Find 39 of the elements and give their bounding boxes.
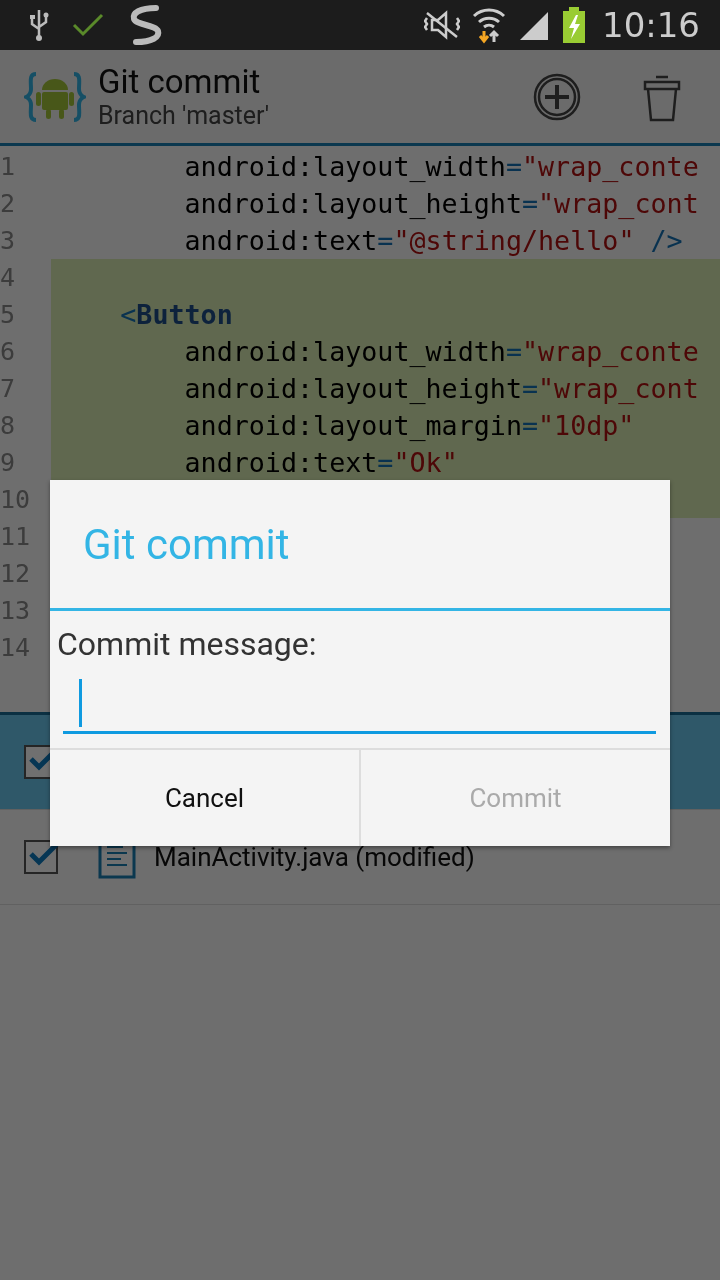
code-token: <: [119, 299, 137, 330]
code-token: "wrap_cont: [538, 188, 699, 219]
code-token: android:layout_width: [183, 336, 506, 367]
code-token: android:layout_height: [183, 373, 522, 404]
code-token: />: [649, 225, 683, 256]
code-token: "wrap_conte: [521, 336, 699, 367]
code-token: android:layout_height: [183, 188, 522, 219]
code-token: =: [377, 447, 394, 478]
app-icon[interactable]: [24, 70, 86, 123]
code-token: android:text: [183, 447, 378, 478]
battery-charging-icon: [562, 7, 586, 43]
dialog-title: Git commit: [50, 480, 670, 611]
add-icon[interactable]: [532, 71, 582, 122]
signal-icon: [518, 10, 550, 40]
code-token: =: [377, 225, 394, 256]
usb-icon: [28, 8, 50, 42]
code-token: =: [521, 188, 539, 219]
code-token: "wrap_cont: [538, 373, 699, 404]
app-title: Git commit: [98, 62, 262, 101]
code-token: "@string/hello": [393, 225, 635, 256]
branch-subtitle: Branch 'master': [98, 100, 270, 131]
code-token: android:text: [183, 225, 378, 256]
code-token: =: [505, 336, 522, 367]
code-token: android:layout_width: [183, 151, 506, 182]
code-token: =: [521, 410, 539, 441]
commit-message-label: Commit message:: [57, 625, 318, 663]
code-token: android:layout_margin: [183, 410, 522, 441]
checkbox[interactable]: [24, 840, 58, 874]
code-token: "10dp": [538, 410, 635, 441]
dialog-button[interactable]: Cancel: [50, 750, 359, 846]
code-token: "wrap_conte: [521, 151, 699, 182]
code-token: =: [505, 151, 522, 182]
check-icon: [72, 13, 104, 37]
clock-time: 10:16: [602, 5, 700, 45]
wifi-icon: [472, 6, 506, 44]
code-token: "Ok": [393, 447, 458, 478]
mute-icon: [424, 10, 460, 40]
code-token: =: [521, 373, 539, 404]
code-token: Button: [136, 299, 233, 330]
